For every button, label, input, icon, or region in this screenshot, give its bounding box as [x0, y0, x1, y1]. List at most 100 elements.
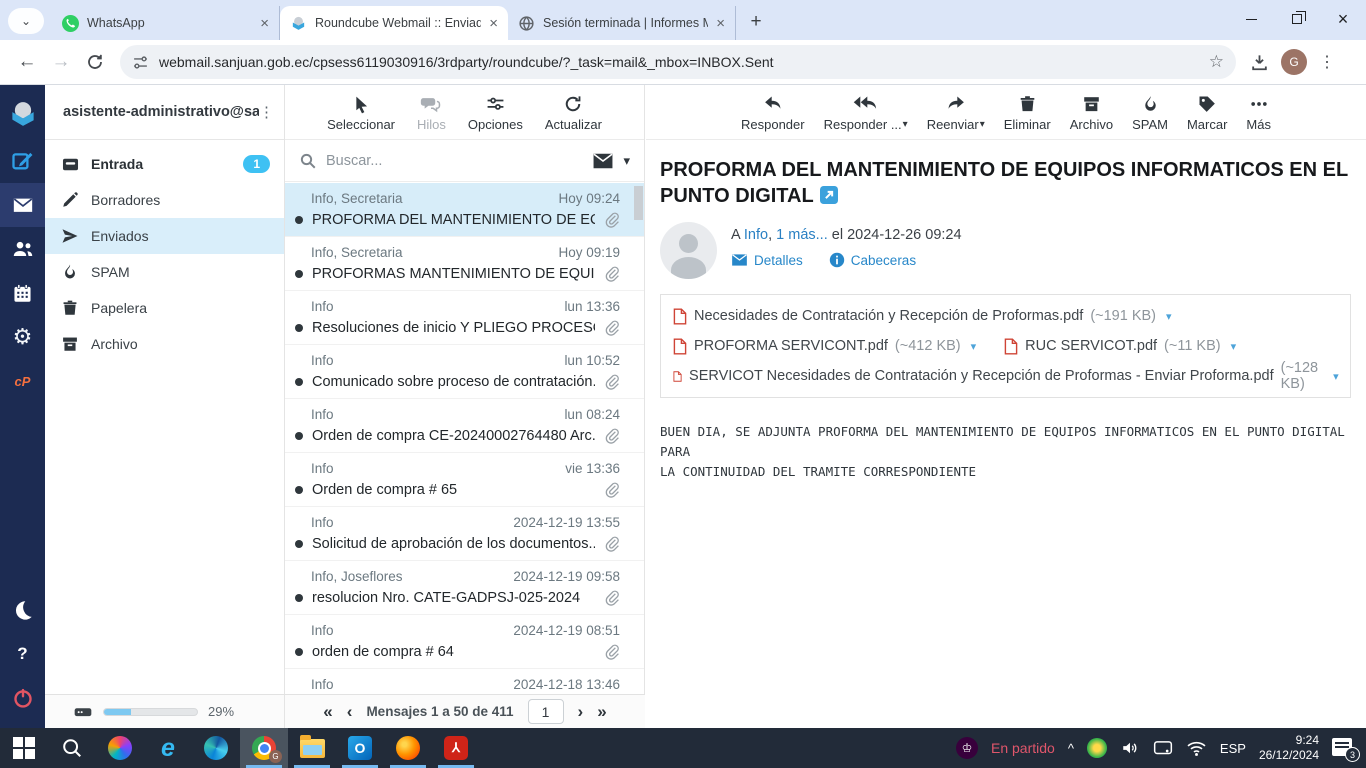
- threads-button[interactable]: Hilos: [417, 93, 446, 132]
- search-input[interactable]: [326, 152, 584, 169]
- forward-button[interactable]: Reenviar ▾: [927, 93, 985, 132]
- firefox-icon[interactable]: [384, 728, 432, 768]
- delete-button[interactable]: Eliminar: [1004, 93, 1051, 132]
- calendar-icon[interactable]: [0, 271, 45, 315]
- mark-button[interactable]: Marcar: [1187, 93, 1227, 132]
- folder-item[interactable]: Enviados: [45, 218, 284, 254]
- taskbar-search-icon[interactable]: [48, 728, 96, 768]
- recipient-more-link[interactable]: 1 más...: [776, 227, 828, 243]
- archive-button[interactable]: Archivo: [1070, 93, 1113, 132]
- first-page-icon[interactable]: «: [323, 702, 332, 722]
- message-row[interactable]: Info lun 13:36 Resoluciones de inicio Y …: [285, 291, 644, 345]
- message-row[interactable]: Info lun 08:24 Orden de compra CE-202400…: [285, 399, 644, 453]
- more-button[interactable]: Más: [1246, 93, 1271, 132]
- message-row[interactable]: Info lun 10:52 Comunicado sobre proceso …: [285, 345, 644, 399]
- attachment-menu-icon[interactable]: ▾: [1231, 340, 1237, 353]
- refresh-button[interactable]: Actualizar: [545, 93, 602, 132]
- last-page-icon[interactable]: »: [597, 702, 606, 722]
- details-toggle[interactable]: Detalles: [731, 252, 803, 268]
- volume-icon[interactable]: [1120, 739, 1140, 757]
- dark-mode-moon-icon[interactable]: [0, 588, 45, 632]
- external-link-icon[interactable]: [819, 186, 838, 204]
- close-button[interactable]: ×: [1320, 0, 1366, 38]
- reply-all-button[interactable]: Responder ... ▾: [824, 93, 908, 132]
- attachment-item[interactable]: RUC SERVICOT.pdf (~11 KB) ▾: [1004, 332, 1236, 360]
- message-row[interactable]: Info 2024-12-19 08:51 orden de compra # …: [285, 615, 644, 669]
- edge-icon[interactable]: [192, 728, 240, 768]
- premier-league-icon[interactable]: ♔: [955, 737, 978, 759]
- copilot-icon[interactable]: [96, 728, 144, 768]
- tray-chevron-up-icon[interactable]: ^: [1068, 741, 1074, 756]
- select-button[interactable]: Seleccionar: [327, 93, 395, 132]
- message-row[interactable]: Info, Secretaria Hoy 09:24 PROFORMA DEL …: [285, 183, 644, 237]
- folder-item[interactable]: Borradores: [45, 182, 284, 218]
- reply-button[interactable]: Responder: [741, 93, 805, 132]
- headers-toggle[interactable]: Cabeceras: [829, 252, 916, 268]
- tab-search-button[interactable]: ⌄: [8, 8, 44, 34]
- tab-close-icon[interactable]: ×: [716, 16, 725, 31]
- folder-item[interactable]: Archivo: [45, 326, 284, 362]
- internet-explorer-icon[interactable]: e: [144, 728, 192, 768]
- attachment-name[interactable]: RUC SERVICOT.pdf: [1025, 338, 1157, 354]
- acrobat-icon[interactable]: ⅄: [432, 728, 480, 768]
- back-icon[interactable]: ←: [10, 45, 44, 79]
- tab-close-icon[interactable]: ×: [260, 16, 269, 31]
- account-header[interactable]: asistente-administrativo@sa... ⋮: [45, 85, 284, 140]
- search-options-chevron-icon[interactable]: ▾: [623, 153, 630, 169]
- forward-caret-icon[interactable]: ▾: [980, 119, 985, 130]
- attachment-menu-icon[interactable]: ▾: [1166, 310, 1172, 323]
- antivirus-icon[interactable]: [1086, 738, 1107, 758]
- clock[interactable]: 9:24 26/12/2024: [1259, 733, 1319, 763]
- message-row[interactable]: Info 2024-12-19 13:55 Solicitud de aprob…: [285, 507, 644, 561]
- next-page-icon[interactable]: ›: [578, 702, 584, 722]
- logout-power-icon[interactable]: [0, 676, 45, 720]
- mail-icon[interactable]: [0, 183, 45, 227]
- attachment-item[interactable]: SERVICOT Necesidades de Contratación y R…: [673, 360, 1339, 392]
- reply-all-caret-icon[interactable]: ▾: [903, 119, 908, 130]
- tab-close-icon[interactable]: ×: [489, 16, 498, 31]
- folder-item[interactable]: Papelera: [45, 290, 284, 326]
- forward-icon[interactable]: →: [44, 45, 78, 79]
- settings-gear-icon[interactable]: ⚙: [0, 315, 45, 359]
- message-row[interactable]: Info, Secretaria Hoy 09:19 PROFORMAS MAN…: [285, 237, 644, 291]
- browser-menu-icon[interactable]: ⋮: [1319, 52, 1335, 72]
- reload-icon[interactable]: [78, 45, 112, 79]
- attachment-name[interactable]: SERVICOT Necesidades de Contratación y R…: [689, 368, 1274, 384]
- url-bar[interactable]: webmail.sanjuan.gob.ec/cpsess6119030916/…: [120, 45, 1236, 79]
- attachment-item[interactable]: Necesidades de Contratación y Recepción …: [673, 302, 1172, 330]
- wifi-icon[interactable]: [1186, 740, 1207, 757]
- profile-avatar[interactable]: G: [1281, 49, 1307, 75]
- site-settings-icon[interactable]: [132, 54, 149, 71]
- options-button[interactable]: Opciones: [468, 93, 523, 132]
- message-row[interactable]: Info vie 13:36 Orden de compra # 65: [285, 453, 644, 507]
- prev-page-icon[interactable]: ‹: [347, 702, 353, 722]
- bookmark-star-icon[interactable]: ☆: [1209, 52, 1224, 72]
- attachment-menu-icon[interactable]: ▾: [971, 340, 977, 353]
- message-row[interactable]: Info, Joseflores 2024-12-19 09:58 resolu…: [285, 561, 644, 615]
- attachment-name[interactable]: PROFORMA SERVICONT.pdf: [694, 338, 888, 354]
- browser-tab[interactable]: Sesión terminada | Informes Me ×: [508, 6, 736, 40]
- chrome-icon[interactable]: G: [240, 728, 288, 768]
- attachment-name[interactable]: Necesidades de Contratación y Recepción …: [694, 308, 1083, 324]
- download-icon[interactable]: [1250, 53, 1269, 72]
- folder-item[interactable]: Entrada 1: [45, 146, 284, 182]
- list-scrollbar[interactable]: [634, 186, 643, 220]
- compose-icon[interactable]: [0, 139, 45, 183]
- browser-tab[interactable]: Roundcube Webmail :: Enviados ×: [280, 6, 508, 40]
- browser-tab[interactable]: WhatsApp ×: [52, 6, 280, 40]
- account-menu-icon[interactable]: ⋮: [259, 103, 274, 121]
- file-explorer-icon[interactable]: [288, 728, 336, 768]
- outlook-icon[interactable]: [336, 728, 384, 768]
- recipient-info-link[interactable]: Info: [744, 227, 768, 243]
- url-text[interactable]: webmail.sanjuan.gob.ec/cpsess6119030916/…: [159, 54, 1199, 70]
- new-tab-button[interactable]: +: [742, 8, 770, 36]
- attachment-item[interactable]: PROFORMA SERVICONT.pdf (~412 KB) ▾: [673, 332, 976, 360]
- cast-icon[interactable]: [1153, 740, 1173, 757]
- attachment-menu-icon[interactable]: ▾: [1333, 370, 1339, 383]
- help-icon[interactable]: ?: [0, 632, 45, 676]
- notification-center-icon[interactable]: 3: [1332, 738, 1360, 762]
- tray-status-text[interactable]: En partido: [991, 740, 1055, 756]
- restore-button[interactable]: [1274, 0, 1320, 38]
- search-scope-mail-icon[interactable]: [592, 152, 614, 170]
- folder-item[interactable]: SPAM: [45, 254, 284, 290]
